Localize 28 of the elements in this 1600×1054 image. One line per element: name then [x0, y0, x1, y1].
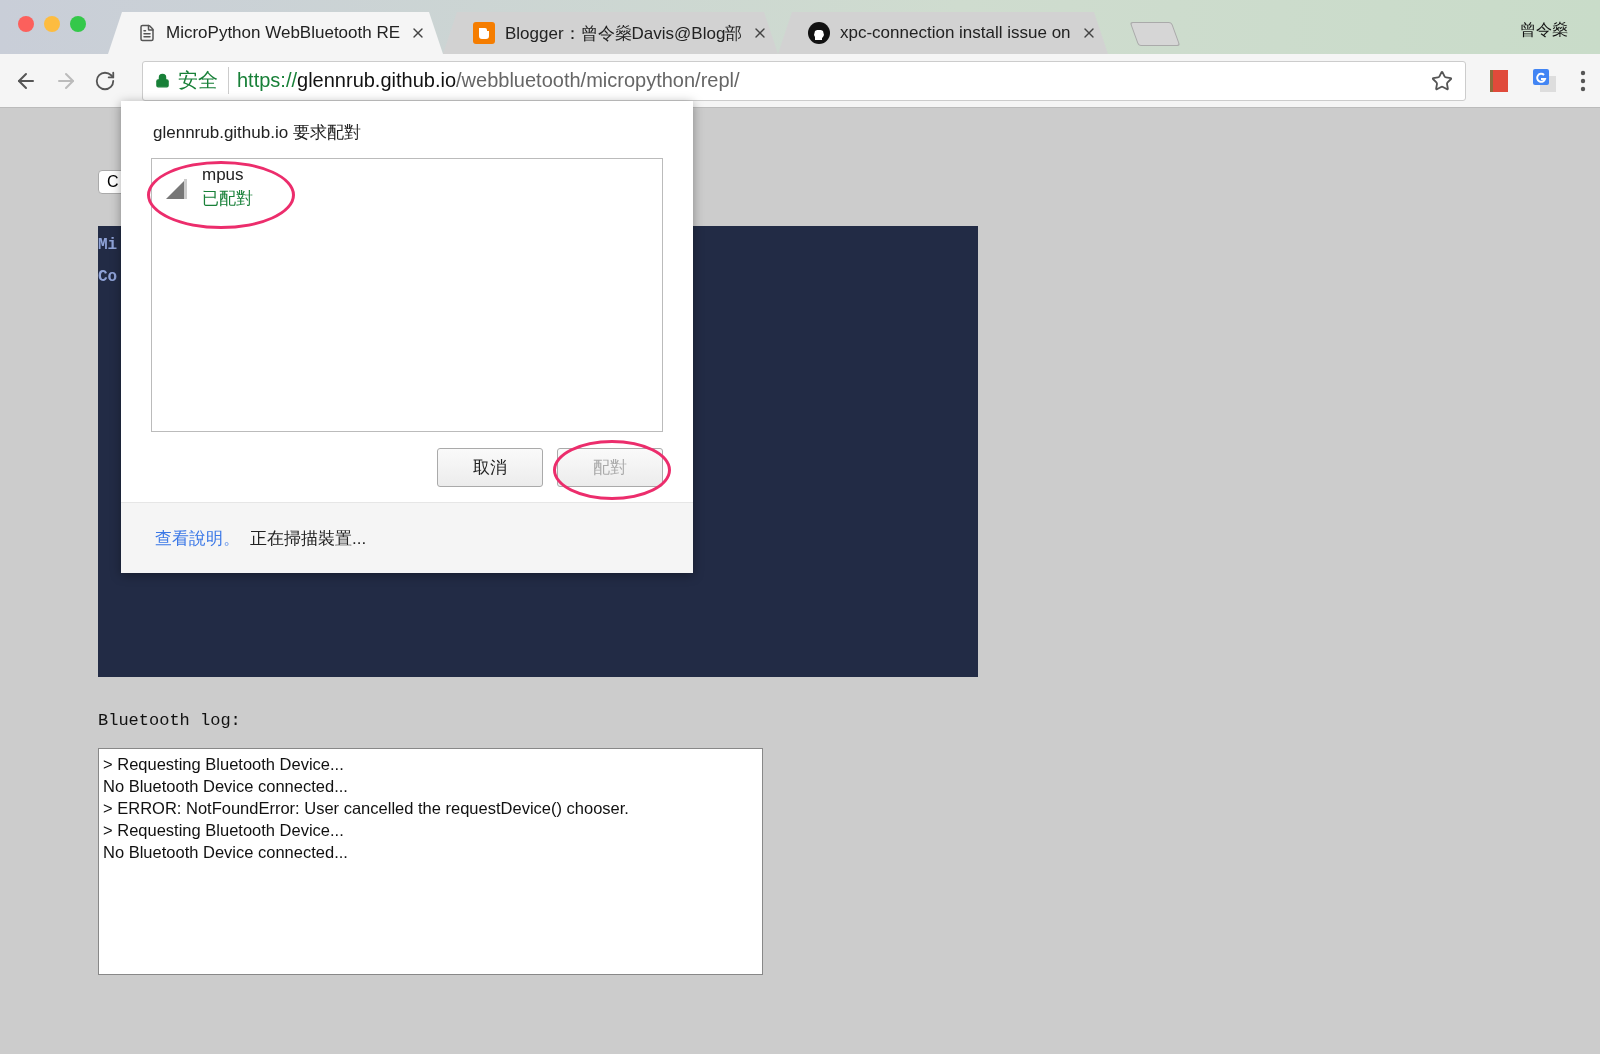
menu-icon[interactable] — [1580, 69, 1586, 92]
device-item[interactable]: mpus 已配對 — [152, 159, 662, 216]
dialog-title: glennrub.github.io 要求配對 — [153, 122, 362, 144]
star-icon[interactable] — [1431, 69, 1453, 92]
blogger-icon — [473, 22, 495, 44]
dialog-button[interactable]: 取消 — [437, 448, 543, 487]
signal-icon — [166, 176, 188, 199]
browser-tab[interactable]: Blogger：曾令燊Davis@Blog部 — [443, 12, 778, 54]
page-icon — [138, 24, 156, 42]
log-textarea[interactable]: > Requesting Bluetooth Device... No Bluetooth Device connected... > ERROR: NotFoundError: User cancelled the requestDevice() chooser. > Requesting Bluetooth Device... No Bluetooth Device connected... — [98, 748, 763, 975]
terminal-line: Mi — [98, 236, 119, 254]
security-label: 安全 — [178, 67, 229, 94]
github-icon — [808, 22, 830, 44]
log-label: Bluetooth log: — [98, 711, 241, 730]
url-text: https://glennrub.github.io/webbluetooth/micropython/repl/ — [237, 69, 741, 92]
device-status: 已配對 — [202, 188, 253, 210]
profile-name[interactable]: 曾令燊 — [1520, 20, 1568, 41]
browser-tab[interactable]: MicroPython WebBluetooth RE — [108, 12, 443, 54]
device-name: mpus — [202, 165, 245, 185]
browser-tab[interactable]: xpc-connection install issue on — [778, 12, 1108, 54]
scan-status: 正在掃描裝置... — [250, 527, 367, 550]
reload-button[interactable] — [94, 69, 116, 92]
lock-icon — [155, 73, 170, 88]
translate-icon[interactable] — [1532, 67, 1558, 94]
terminal-line: Co — [98, 268, 119, 286]
book-icon[interactable] — [1488, 68, 1510, 93]
address-bar[interactable]: 安全 https://glennrub.github.io/webbluetooth/micropython/repl/ — [142, 60, 1466, 101]
help-link[interactable]: 查看說明。 — [155, 526, 240, 550]
